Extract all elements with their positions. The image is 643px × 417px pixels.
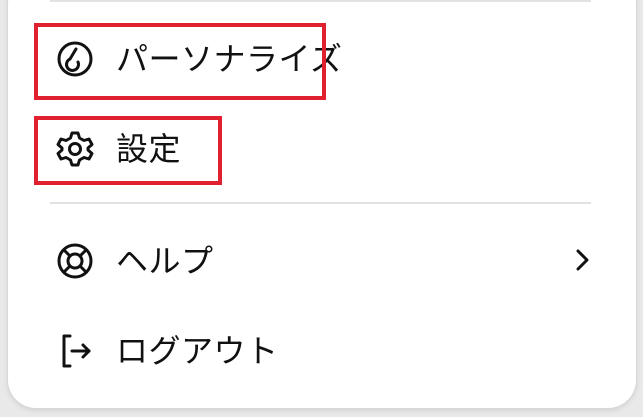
chevron-right-icon: [576, 249, 589, 271]
logout-icon: [54, 330, 96, 372]
menu-item-settings[interactable]: 設定: [54, 128, 181, 170]
menu-item-label: 設定: [116, 130, 182, 168]
menu-divider: [50, 202, 591, 204]
menu-item-personalize[interactable]: パーソナライズ: [54, 38, 343, 80]
personalize-icon: [54, 38, 96, 80]
gear-icon: [54, 128, 96, 170]
menu-item-label: ログアウト: [116, 332, 279, 370]
menu-item-label: パーソナライズ: [116, 40, 343, 78]
menu-divider: [50, 0, 591, 2]
lifebuoy-icon: [54, 240, 96, 282]
menu-item-logout[interactable]: ログアウト: [54, 330, 279, 372]
menu-item-label: ヘルプ: [116, 242, 214, 280]
menu-item-help[interactable]: ヘルプ: [54, 240, 594, 282]
